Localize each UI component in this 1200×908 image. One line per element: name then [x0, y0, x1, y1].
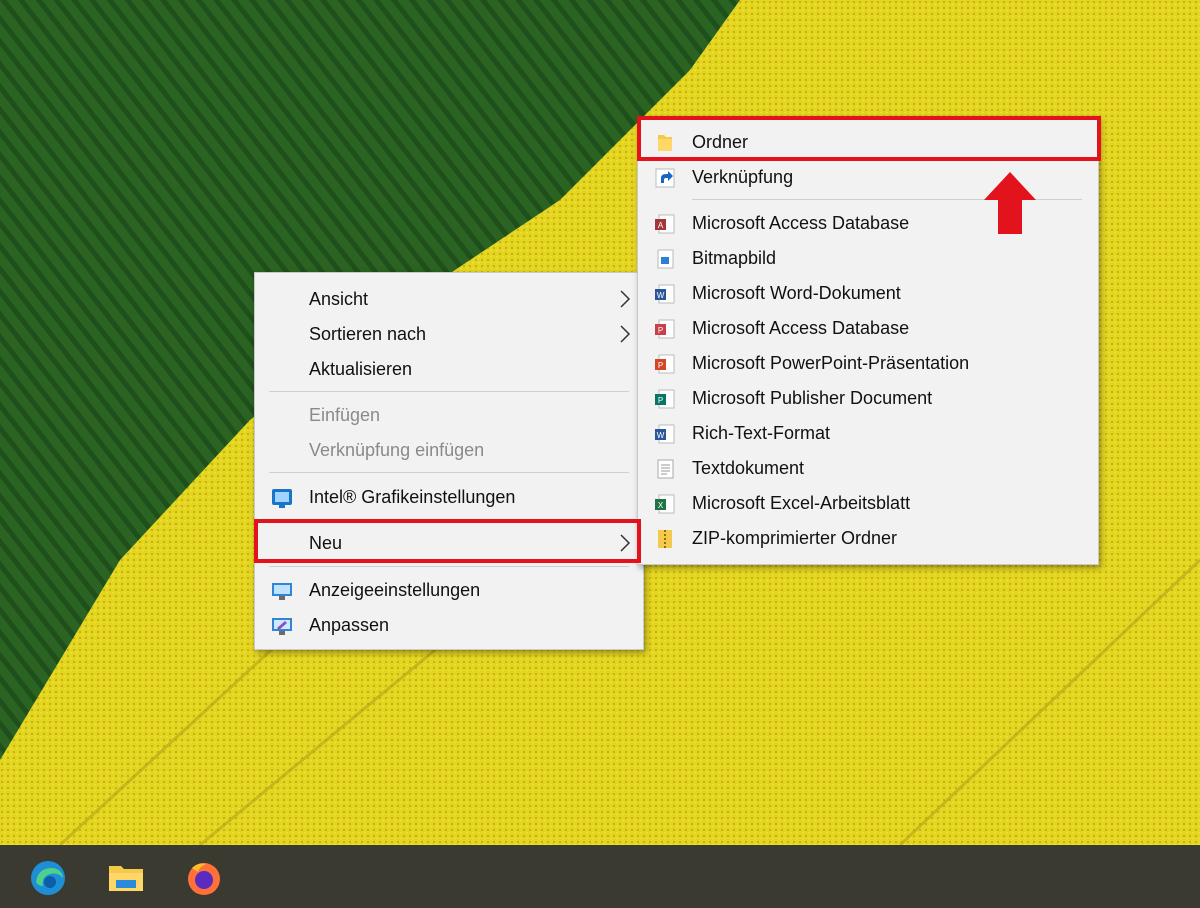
submenu-item-label: Microsoft Excel-Arbeitsblatt	[692, 492, 911, 513]
rtf-icon: W	[655, 424, 675, 444]
display-settings-icon	[272, 583, 292, 600]
file-explorer-icon[interactable]	[106, 858, 146, 898]
submenu-item-label: Ordner	[692, 131, 749, 152]
menu-item-anpassen[interactable]: Anpassen	[255, 608, 643, 642]
menu-item-intel-grafikeinstellungen[interactable]: Intel® Grafikeinstellungen	[255, 480, 643, 514]
submenu-item-ordner[interactable]: Ordner	[638, 125, 1098, 159]
personalize-icon	[272, 618, 292, 635]
menu-item-verknuepfung-einfuegen[interactable]: Verknüpfung einfügen	[255, 433, 643, 467]
svg-text:W: W	[657, 291, 665, 300]
intel-graphics-icon	[272, 489, 292, 508]
chevron-right-icon	[620, 534, 631, 552]
submenu-item-word-dokument[interactable]: W Microsoft Word-Dokument	[638, 276, 1098, 310]
taskbar	[0, 845, 1200, 908]
submenu-item-label: Microsoft Word-Dokument	[692, 282, 901, 303]
menu-item-sortieren-nach[interactable]: Sortieren nach	[255, 317, 643, 351]
submenu-item-publisher[interactable]: P Microsoft Publisher Document	[638, 381, 1098, 415]
submenu-item-label: Microsoft Access Database	[692, 212, 910, 233]
svg-text:X: X	[658, 501, 664, 510]
submenu-item-bitmapbild[interactable]: Bitmapbild	[638, 241, 1098, 275]
zip-folder-icon	[658, 530, 672, 548]
submenu-item-powerpoint[interactable]: P Microsoft PowerPoint-Präsentation	[638, 346, 1098, 380]
menu-item-label: Neu	[309, 532, 343, 553]
menu-separator	[269, 519, 629, 520]
menu-item-ansicht[interactable]: Ansicht	[255, 282, 643, 316]
word-icon: W	[655, 284, 675, 304]
menu-item-label: Verknüpfung einfügen	[309, 439, 485, 460]
publisher-icon: P	[655, 389, 675, 409]
menu-item-label: Anzeigeeinstellungen	[309, 579, 481, 600]
svg-text:W: W	[657, 431, 665, 440]
shortcut-icon	[655, 168, 675, 188]
submenu-item-label: Microsoft Access Database	[692, 317, 910, 338]
svg-text:A: A	[658, 221, 664, 230]
bitmap-icon	[657, 249, 674, 269]
submenu-item-zip-ordner[interactable]: ZIP-komprimierter Ordner	[638, 521, 1098, 555]
submenu-item-label: Textdokument	[692, 457, 805, 478]
up-arrow-annotation-icon	[984, 172, 1036, 234]
submenu-item-label: Rich-Text-Format	[692, 422, 831, 443]
excel-icon: X	[655, 494, 675, 514]
menu-separator	[269, 472, 629, 473]
menu-item-label: Ansicht	[309, 288, 369, 309]
menu-item-neu[interactable]: Neu	[255, 526, 643, 560]
submenu-item-label: ZIP-komprimierter Ordner	[692, 527, 898, 548]
svg-text:P: P	[658, 326, 663, 335]
chevron-right-icon	[620, 290, 631, 308]
firefox-icon[interactable]	[184, 858, 224, 898]
desktop-context-menu: Ansicht Sortieren nach Aktualisieren Ein…	[254, 272, 644, 650]
menu-item-einfuegen[interactable]: Einfügen	[255, 398, 643, 432]
text-document-icon	[657, 459, 674, 479]
menu-item-label: Aktualisieren	[309, 358, 413, 379]
menu-item-label: Sortieren nach	[309, 323, 427, 344]
menu-separator	[269, 566, 629, 567]
submenu-item-rich-text-format[interactable]: W Rich-Text-Format	[638, 416, 1098, 450]
submenu-item-access-database-2[interactable]: P Microsoft Access Database	[638, 311, 1098, 345]
menu-item-label: Intel® Grafikeinstellungen	[309, 486, 516, 507]
menu-item-label: Anpassen	[309, 614, 390, 635]
submenu-item-label: Microsoft Publisher Document	[692, 387, 933, 408]
menu-separator	[269, 391, 629, 392]
svg-text:P: P	[658, 361, 663, 370]
access-icon: A	[655, 214, 675, 234]
folder-icon	[658, 135, 672, 151]
chevron-right-icon	[620, 325, 631, 343]
svg-text:P: P	[658, 396, 663, 405]
submenu-item-textdokument[interactable]: Textdokument	[638, 451, 1098, 485]
menu-item-label: Einfügen	[309, 404, 381, 425]
submenu-item-excel[interactable]: X Microsoft Excel-Arbeitsblatt	[638, 486, 1098, 520]
access-doc-icon: P	[655, 319, 675, 339]
menu-item-aktualisieren[interactable]: Aktualisieren	[255, 352, 643, 386]
submenu-item-label: Verknüpfung	[692, 166, 794, 187]
submenu-item-label: Bitmapbild	[692, 247, 777, 268]
powerpoint-icon: P	[655, 354, 675, 374]
menu-item-anzeigeeinstellungen[interactable]: Anzeigeeinstellungen	[255, 573, 643, 607]
edge-icon[interactable]	[28, 858, 68, 898]
submenu-item-label: Microsoft PowerPoint-Präsentation	[692, 352, 970, 373]
